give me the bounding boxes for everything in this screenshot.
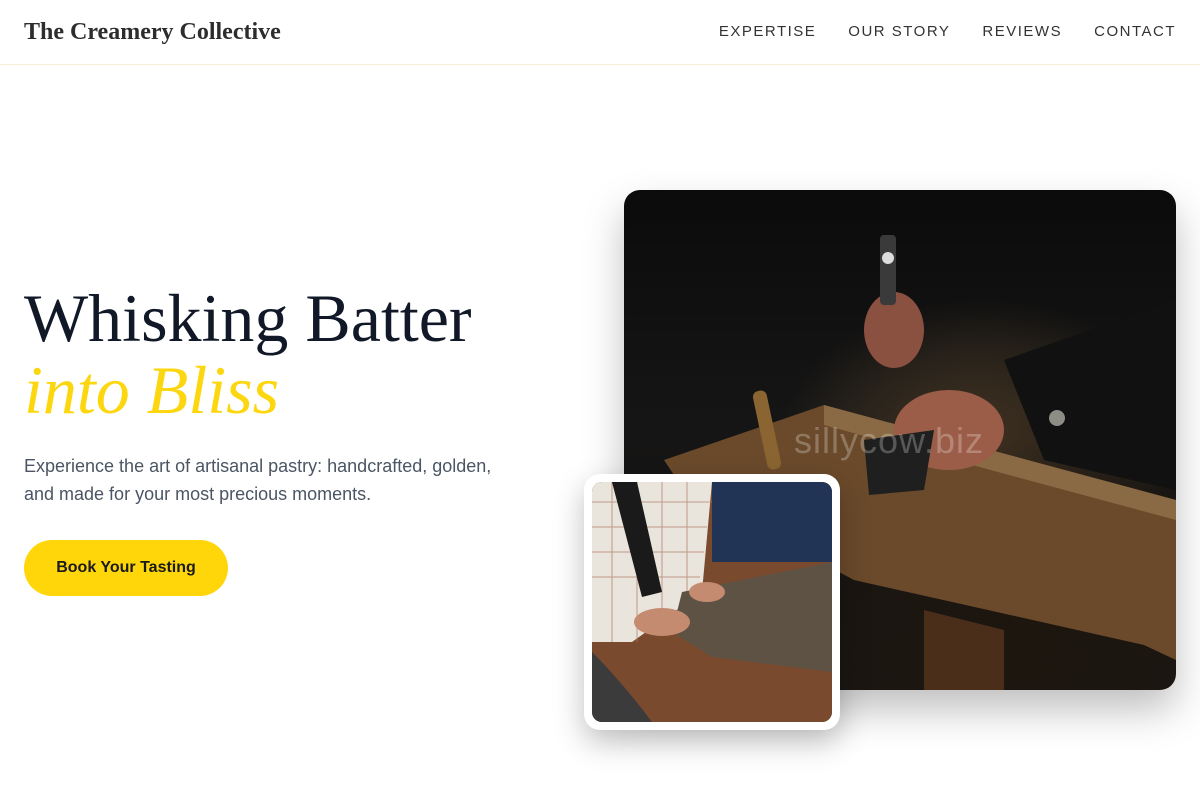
hero-title: Whisking Batter into Bliss bbox=[24, 282, 472, 426]
sleeve-button bbox=[1049, 410, 1065, 426]
inset-image bbox=[592, 482, 832, 722]
tool-tip bbox=[882, 252, 894, 264]
hand-shape bbox=[634, 608, 690, 636]
nav-item: REVIEWS bbox=[982, 23, 1062, 41]
nav-item: OUR STORY bbox=[848, 23, 950, 41]
hero-title-accent: into Bliss bbox=[24, 352, 280, 428]
inset-image-frame bbox=[584, 474, 840, 730]
nav-link-our-story[interactable]: OUR STORY bbox=[848, 23, 950, 40]
main-nav: EXPERTISE OUR STORY REVIEWS CONTACT bbox=[719, 23, 1176, 41]
nav-link-expertise[interactable]: EXPERTISE bbox=[719, 23, 816, 40]
book-tasting-button[interactable]: Book Your Tasting bbox=[24, 540, 228, 596]
nav-item: CONTACT bbox=[1094, 23, 1176, 41]
hero-title-line1: Whisking Batter bbox=[24, 280, 472, 356]
hero-subtitle: Experience the art of artisanal pastry: … bbox=[24, 456, 492, 504]
nav-item: EXPERTISE bbox=[719, 23, 816, 41]
watermark-text: sillycow.biz bbox=[794, 420, 985, 461]
nav-link-reviews[interactable]: REVIEWS bbox=[982, 23, 1062, 40]
hand-shape-2 bbox=[689, 582, 725, 602]
tool-handle bbox=[880, 235, 896, 305]
site-header: The Creamery Collective EXPERTISE OUR ST… bbox=[0, 0, 1200, 65]
nav-link-contact[interactable]: CONTACT bbox=[1094, 23, 1176, 40]
bench-leg bbox=[924, 610, 1004, 690]
inset-image-illustration bbox=[592, 482, 832, 722]
background-cabinet bbox=[712, 482, 832, 562]
brand-logo[interactable]: The Creamery Collective bbox=[24, 19, 281, 46]
